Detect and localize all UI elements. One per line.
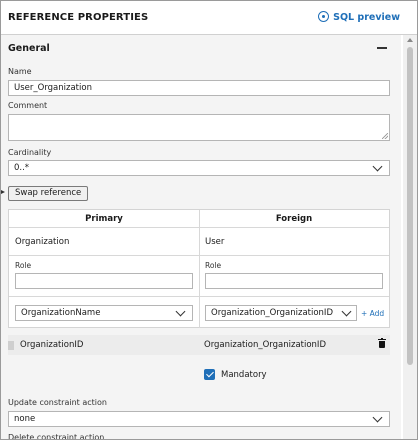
collapse-icon[interactable] <box>377 47 387 49</box>
primary-entity: Organization <box>15 237 70 247</box>
foreign-role-field[interactable] <box>205 273 383 289</box>
update-constraint-select[interactable]: none <box>8 411 390 427</box>
cardinality-select[interactable]: 0..* <box>8 160 390 176</box>
foreign-role-label: Role <box>205 261 222 270</box>
name-field[interactable]: User_Organization <box>8 80 390 96</box>
foreign-attribute-value: Organization_OrganizationID <box>211 308 333 318</box>
cardinality-value: 0..* <box>14 163 30 173</box>
panel-title: REFERENCE PROPERTIES <box>8 12 149 23</box>
chevron-down-icon <box>341 306 352 317</box>
row-divider <box>9 255 389 256</box>
primary-column-header: Primary <box>85 214 123 224</box>
section-title-general: General <box>8 43 50 54</box>
reference-table: Primary Foreign Organization User Role R… <box>8 209 390 328</box>
properties-content: General Name User_Organization Comment C… <box>1 35 401 439</box>
delete-constraint-label: Delete constraint action <box>8 433 105 439</box>
foreign-column-header: Foreign <box>275 214 313 224</box>
update-constraint-value: none <box>14 414 36 424</box>
mapping-foreign-column: Organization_OrganizationID <box>204 340 326 350</box>
resize-handle-icon[interactable] <box>382 133 388 139</box>
reference-properties-panel: REFERENCE PROPERTIES SQL preview General… <box>0 0 418 440</box>
primary-role-label: Role <box>15 261 32 270</box>
primary-attribute-select[interactable]: OrganizationName <box>15 305 193 321</box>
foreign-attribute-select[interactable]: Organization_OrganizationID <box>205 305 357 321</box>
drag-handle-icon[interactable] <box>8 341 14 350</box>
comment-field[interactable] <box>8 114 390 141</box>
mapping-row: OrganizationID Organization_Organization… <box>8 335 390 355</box>
comment-label: Comment <box>8 101 48 110</box>
mandatory-label: Mandatory <box>221 370 267 380</box>
chevron-down-icon <box>175 306 186 317</box>
primary-role-field[interactable] <box>15 273 193 289</box>
cardinality-label: Cardinality <box>8 148 52 157</box>
chevron-down-icon <box>372 412 383 423</box>
foreign-entity: User <box>205 237 225 247</box>
vertical-scrollbar[interactable] <box>403 35 417 439</box>
swap-reference-button[interactable]: Swap reference <box>8 186 89 201</box>
eye-icon <box>318 11 330 22</box>
chevron-down-icon <box>372 161 383 172</box>
sql-preview-button[interactable]: SQL preview <box>318 11 400 23</box>
name-label: Name <box>8 67 32 76</box>
mapping-primary-column: OrganizationID <box>20 340 84 350</box>
scroll-up-icon[interactable] <box>407 38 413 42</box>
scrollbar-thumb[interactable] <box>407 47 413 365</box>
header-divider <box>9 227 389 228</box>
arrow-right-icon <box>1 190 5 194</box>
update-constraint-label: Update constraint action <box>8 398 107 407</box>
mandatory-checkbox[interactable] <box>204 369 215 380</box>
primary-attribute-value: OrganizationName <box>21 308 101 318</box>
trash-icon[interactable] <box>378 338 386 348</box>
panel-header: REFERENCE PROPERTIES SQL preview <box>1 1 417 35</box>
row-divider <box>9 296 389 297</box>
sql-preview-label: SQL preview <box>333 12 400 23</box>
add-mapping-link[interactable]: + Add <box>361 309 384 318</box>
